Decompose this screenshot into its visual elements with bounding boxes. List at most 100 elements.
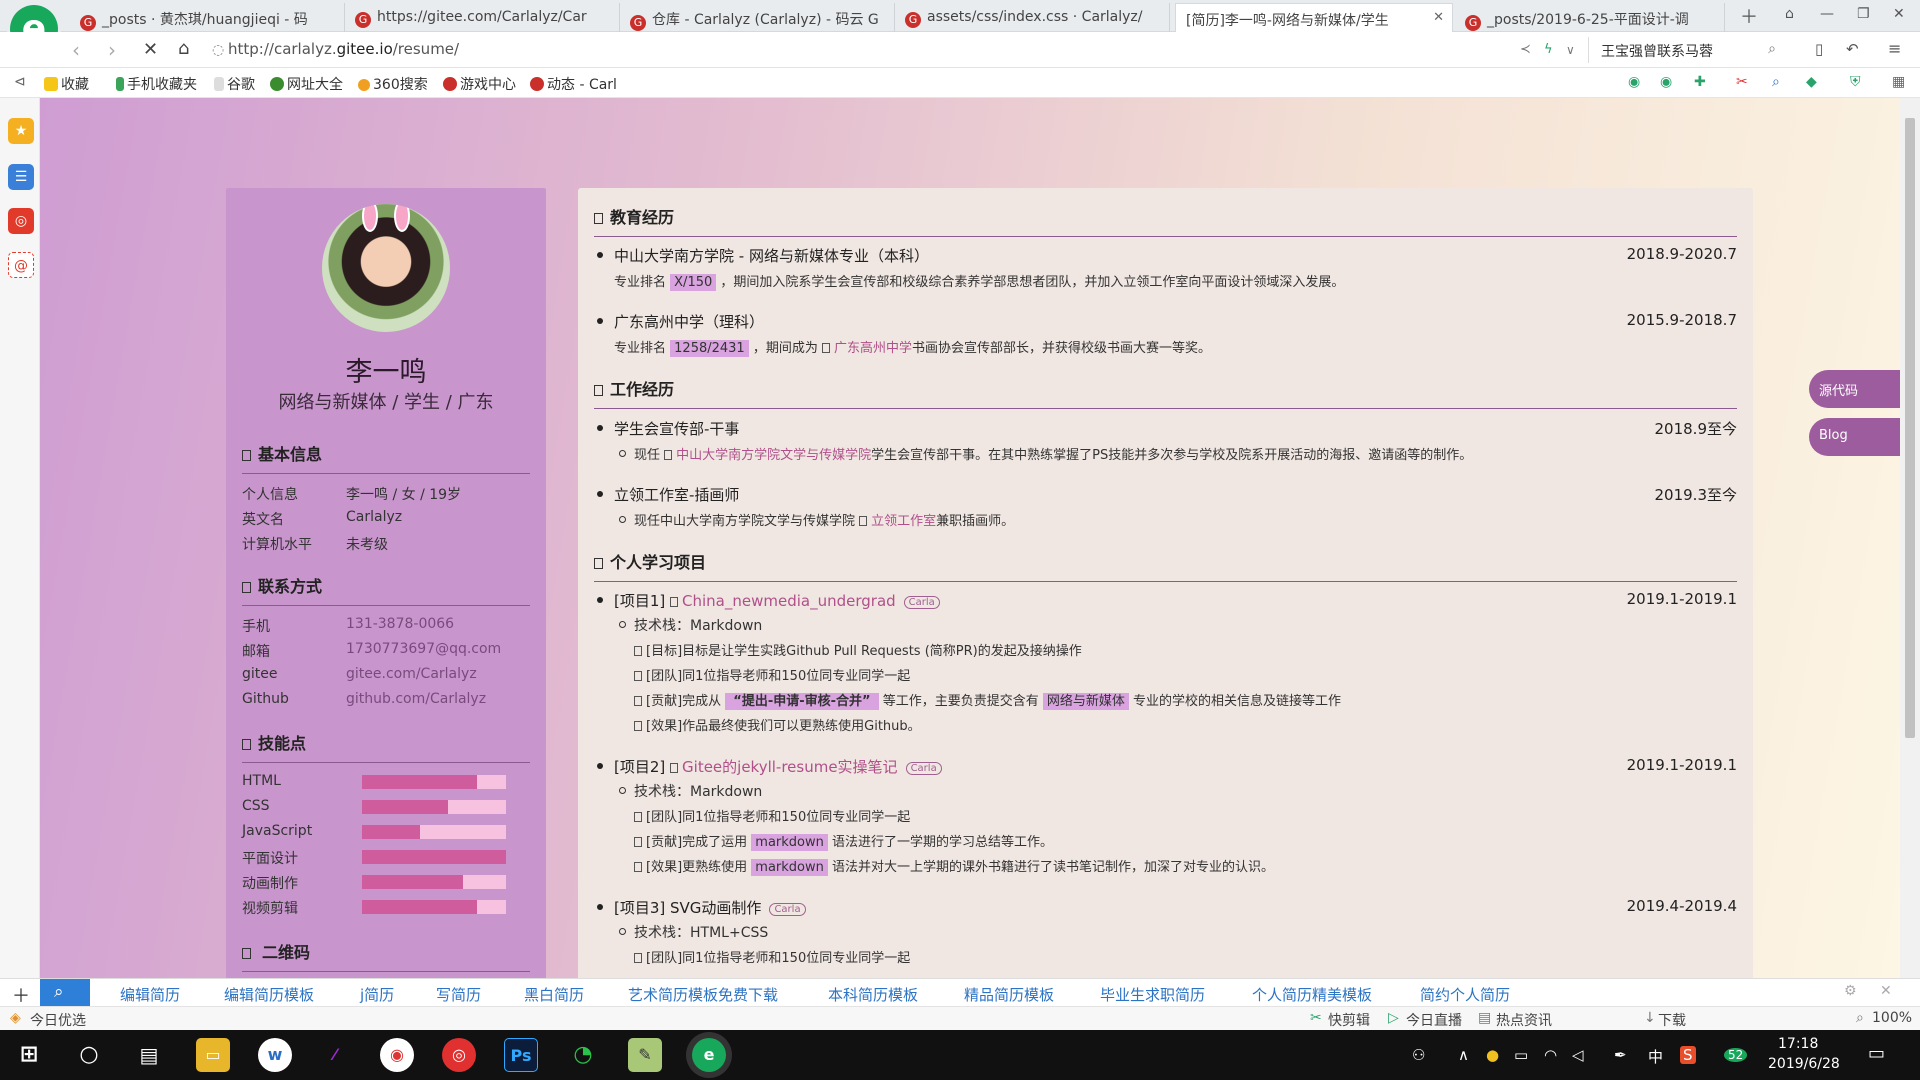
web-page: 李一鸣 网络与新媒体 / 学生 / 广东 基本信息 个人信息 李一鸣 / 女 / … [40,98,1900,978]
restore-icon[interactable]: ❐ [1857,6,1870,22]
share-icon[interactable]: ≺ [1520,42,1531,57]
favorites-icon[interactable]: ★ [8,118,34,144]
tray-badge[interactable]: 52 [1724,1048,1748,1062]
tray-app-icon[interactable]: ● [1486,1046,1499,1064]
lightning-icon[interactable]: ϟ [1544,42,1553,57]
scissors-icon[interactable]: ✂ [1736,74,1748,90]
browser-tab-active[interactable]: [简历]李一鸣-网络与新媒体/学生 ✕ [1175,3,1453,33]
app-pen-icon[interactable]: ⁄ [318,1038,352,1072]
recommend-link[interactable]: 编辑简历模板 [224,984,314,1005]
bookmark-item[interactable]: 手机收藏夹 [116,74,197,94]
close-icon[interactable]: ✕ [1880,983,1892,999]
bookmark-item[interactable]: 收藏 [44,74,89,94]
photoshop-icon[interactable]: Ps [504,1038,538,1072]
section-heading-contact: 联系方式 [242,573,530,606]
zoom-level[interactable]: 100% [1872,1010,1912,1026]
zoom-icon[interactable]: ⌕ [1772,74,1780,90]
source-code-button[interactable]: 源代码 [1809,370,1901,408]
url-field[interactable]: http://carlalyz.gitee.io/resume/ [228,40,459,58]
stop-icon[interactable]: ✕ [143,39,158,60]
home-icon[interactable]: ⌂ [178,38,189,59]
recommend-link[interactable]: 毕业生求职简历 [1100,984,1205,1005]
recommend-link[interactable]: 黑白简历 [524,984,584,1005]
recommend-link[interactable]: 编辑简历 [120,984,180,1005]
shield-icon[interactable]: ⛨ [1850,74,1861,90]
undo-icon[interactable]: ↶ [1846,40,1859,58]
recommend-link[interactable]: 写简历 [436,984,481,1005]
add-icon[interactable]: ＋ [12,982,30,1008]
bookmark-icon[interactable]: ▯ [1815,40,1823,58]
translate-icon[interactable]: ✚ [1694,74,1706,90]
status-item[interactable]: 热点资讯 [1496,1010,1552,1030]
scrollbar-thumb[interactable] [1905,118,1915,738]
apps-icon[interactable]: ▦ [1892,74,1905,90]
weibo-icon[interactable]: ◎ [8,208,34,234]
gift-icon: ◈ [10,1010,21,1026]
app-w-icon[interactable]: w [258,1038,292,1072]
bookmark-item[interactable]: 游戏中心 [443,74,516,94]
clock-date[interactable]: 2019/6/28 [1768,1056,1840,1072]
tray-chevron-icon[interactable]: ∧ [1458,1046,1469,1064]
search-icon[interactable]: ○ [72,1038,106,1072]
browser-tab[interactable]: Gassets/css/index.css · Carlalyz/ [895,3,1170,32]
people-icon[interactable]: ⚇ [1412,1046,1425,1064]
status-item[interactable]: 今日直播 [1406,1010,1462,1030]
gitee-icon: G [355,12,371,28]
shirt-icon[interactable]: ⌂ [1785,6,1794,22]
browser-tab[interactable]: G _posts/2019-6-25-平面设计-调 [1455,3,1725,32]
notification-icon[interactable]: ▭ [1868,1043,1885,1064]
mail-icon[interactable]: @ [8,252,34,278]
extension-icon[interactable]: ◉ [1628,74,1640,90]
wifi-icon[interactable]: ◠ [1544,1046,1557,1064]
browser-tab[interactable]: G 仓库 - Carlalyz (Carlalyz) - 码云 G [620,3,895,32]
chevron-down-icon[interactable]: ∨ [1566,43,1575,57]
browser-tab[interactable]: Ghttps://gitee.com/Carlalyz/Car [345,3,620,32]
browser-taskbar-icon[interactable]: e [692,1038,726,1072]
forward-icon[interactable]: › [108,38,116,62]
recommend-link[interactable]: j简历 [360,984,394,1005]
collapse-sidebar-icon[interactable]: ⊲ [14,74,26,90]
search-tab[interactable]: ⌕ [40,979,90,1006]
netease-music-icon[interactable]: ◎ [442,1038,476,1072]
pen-icon[interactable]: ✒ [1614,1046,1627,1064]
recommend-link[interactable]: 简约个人简历 [1420,984,1510,1005]
back-icon[interactable]: ‹ [72,38,80,62]
status-item[interactable]: 快剪辑 [1328,1010,1370,1030]
close-window-icon[interactable]: ✕ [1893,6,1905,22]
recommend-link[interactable]: 艺术简历模板免费下载 [628,984,778,1005]
windows-start-icon[interactable]: ⊞ [12,1038,46,1072]
square-icon [634,671,642,681]
chrome-icon[interactable]: ◉ [380,1038,414,1072]
daily-picks-link[interactable]: 今日优选 [30,1010,86,1030]
menu-icon[interactable]: ≡ [1888,39,1901,58]
bookmark-item[interactable]: 网址大全 [270,74,343,94]
page-icon [214,77,224,91]
wechat-icon[interactable]: ◔ [566,1038,600,1072]
notepad-icon[interactable]: ✎ [628,1038,662,1072]
browser-tab[interactable]: G _posts · 黄杰琪/huangjieqi - 码 [70,3,345,32]
settings-icon[interactable]: ⚙ [1844,983,1857,999]
new-tab-icon[interactable]: ＋ [1740,3,1758,29]
clock-time[interactable]: 17:18 [1778,1036,1818,1052]
close-tab-icon[interactable]: ✕ [1433,10,1444,25]
search-icon[interactable]: ⌕ [1768,41,1776,57]
task-view-icon[interactable]: ▤ [132,1038,166,1072]
ime-indicator[interactable]: 中 [1648,1046,1663,1067]
battery-icon[interactable]: ▭ [1514,1046,1528,1064]
bookmark-item[interactable]: 谷歌 [214,74,255,94]
reading-list-icon[interactable]: ☰ [8,164,34,190]
file-explorer-icon[interactable]: ▭ [196,1038,230,1072]
sogou-icon[interactable]: S [1680,1046,1696,1064]
wechat-icon[interactable]: ◉ [1660,74,1672,90]
bookmark-item[interactable]: 360搜索 [358,74,428,94]
status-item[interactable]: 下载 [1658,1010,1686,1030]
search-input[interactable]: 王宝强曾联系马蓉 ⌕ [1588,37,1788,63]
recommend-link[interactable]: 本科简历模板 [828,984,918,1005]
recommend-link[interactable]: 精品简历模板 [964,984,1054,1005]
game-icon[interactable]: ◆ [1806,74,1817,90]
minimize-icon[interactable]: — [1820,6,1834,22]
recommend-link[interactable]: 个人简历精美模板 [1252,984,1372,1005]
bookmark-item[interactable]: 动态 - Carl [530,74,617,94]
volume-icon[interactable]: ◁ [1572,1046,1584,1064]
blog-button[interactable]: Blog [1809,418,1901,456]
